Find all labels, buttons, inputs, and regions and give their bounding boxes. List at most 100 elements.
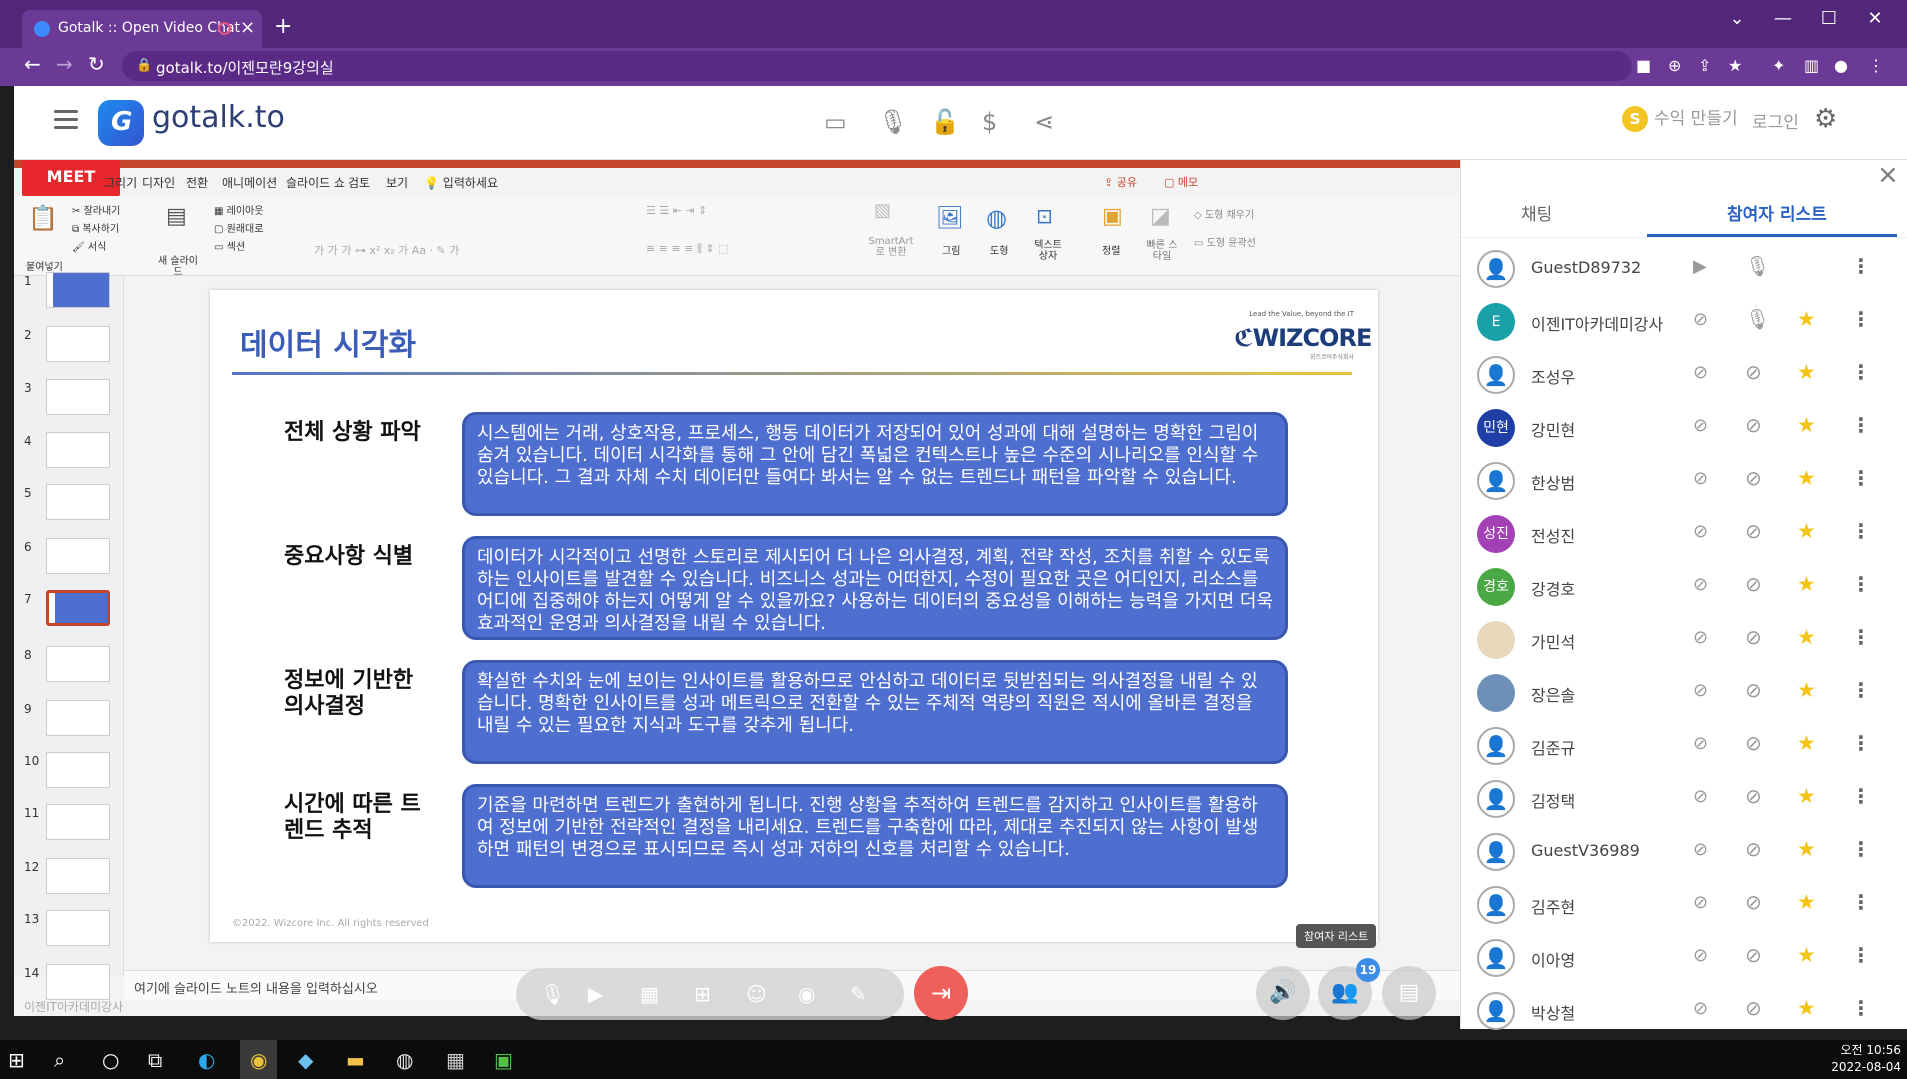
share-icon[interactable]: ⋖ (1034, 108, 1054, 136)
camera-off-icon[interactable]: ⊘ (1693, 680, 1708, 701)
camera-off-icon[interactable]: ⊘ (1693, 998, 1708, 1019)
participant-list-button[interactable]: 참여자 리스트 (1296, 924, 1377, 948)
slide-thumbnail[interactable] (46, 858, 110, 894)
menu-slideshow[interactable]: 슬라이드 쇼 (286, 174, 345, 191)
smartart-icon[interactable]: ▧ (874, 200, 891, 221)
star-icon[interactable]: ★ (1797, 413, 1816, 437)
star-icon[interactable]: ★ (1797, 678, 1816, 702)
menu-dots-icon[interactable]: ⋮ (1868, 56, 1884, 75)
camera-off-icon[interactable]: ⊘ (1693, 362, 1708, 383)
mic-off-icon[interactable]: ⊘ (1745, 837, 1762, 861)
search-icon[interactable]: ⌕ (54, 1048, 65, 1072)
shape-fill-button[interactable]: ◇ 도형 채우기 (1194, 206, 1254, 221)
participant-row[interactable]: 👤 이아영 ⊘ ⊘ ★ ⋮ (1461, 933, 1907, 985)
more-options-icon[interactable]: ⋮ (1851, 943, 1871, 967)
camera-on-icon[interactable]: ▶ (1693, 256, 1707, 277)
menu-view[interactable]: 보기 (386, 174, 408, 191)
camera-off-icon[interactable]: ⊘ (1693, 574, 1708, 595)
grid-icon[interactable]: ▦ (640, 982, 659, 1006)
sidepanel-icon[interactable]: ▥ (1804, 56, 1819, 75)
mic-off-icon[interactable]: ⊘ (1745, 678, 1762, 702)
participant-row[interactable]: E 이젠IT아카데미강사 ⊘ 🎙 ★ ⋮ (1461, 297, 1907, 349)
star-icon[interactable]: ★ (1797, 519, 1816, 543)
minimize-button[interactable]: — (1768, 8, 1798, 29)
paste-icon[interactable]: 📋 (28, 204, 58, 232)
more-options-icon[interactable]: ⋮ (1851, 466, 1871, 490)
camera-off-icon[interactable]: ⊘ (1693, 521, 1708, 542)
app-icon[interactable]: ◍ (396, 1048, 413, 1072)
more-options-icon[interactable]: ⋮ (1851, 837, 1871, 861)
mic-off-icon[interactable]: ⊘ (1745, 784, 1762, 808)
camera-off-icon[interactable]: ⊘ (1693, 627, 1708, 648)
picture-icon[interactable]: 🖼 (936, 206, 964, 231)
back-icon[interactable]: ← (24, 52, 41, 76)
participant-row[interactable]: 장은솔 ⊘ ⊘ ★ ⋮ (1461, 668, 1907, 720)
star-icon[interactable]: ★ (1797, 890, 1816, 914)
mic-off-icon[interactable]: ⊘ (1745, 890, 1762, 914)
camera-off-icon[interactable]: ⊘ (1693, 309, 1708, 330)
camera-off-icon[interactable]: ⊘ (1693, 733, 1708, 754)
participant-row[interactable]: 성진 전성진 ⊘ ⊘ ★ ⋮ (1461, 509, 1907, 561)
slide-thumbnail[interactable] (46, 538, 110, 574)
forward-icon[interactable]: → (56, 52, 73, 76)
slide-thumbnail[interactable] (46, 272, 110, 308)
menu-review[interactable]: 검토 (348, 174, 370, 191)
slide-thumbnail[interactable] (46, 910, 110, 946)
participant-row[interactable]: 👤 김주현 ⊘ ⊘ ★ ⋮ (1461, 880, 1907, 932)
reset-button[interactable]: ▢ 원래대로 (214, 220, 263, 235)
camera-off-icon[interactable]: ⊘ (1693, 892, 1708, 913)
camera-icon[interactable]: ■ (1636, 56, 1651, 75)
edge-icon[interactable]: ◐ (198, 1048, 215, 1072)
participant-row[interactable]: 👤 GuestD89732 ▶ 🎙 ⋮ (1461, 244, 1907, 296)
menu-search[interactable]: 💡 입력하세요 (424, 174, 498, 191)
chrome-icon[interactable]: ◉ (240, 1040, 278, 1079)
slide-thumbnail[interactable] (46, 484, 110, 520)
earn-money-button[interactable]: S 수익 만들기 (1622, 104, 1738, 132)
close-tab-icon[interactable]: × (240, 17, 255, 38)
camera-off-icon[interactable]: ⊘ (1693, 468, 1708, 489)
slide-thumbnail[interactable] (46, 432, 110, 468)
more-options-icon[interactable]: ⋮ (1851, 890, 1871, 914)
camera-off-icon[interactable]: ⊘ (1693, 415, 1708, 436)
slide-thumbnail[interactable] (46, 326, 110, 362)
mic-off-icon[interactable]: ⊘ (1745, 572, 1762, 596)
close-panel-icon[interactable]: × (1877, 160, 1899, 190)
participant-row[interactable]: 👤 박상철 ⊘ ⊘ ★ ⋮ (1461, 986, 1907, 1038)
new-tab-button[interactable]: + (274, 14, 292, 39)
quick-style-icon[interactable]: ◪ (1150, 204, 1171, 229)
slide-thumbnail[interactable] (46, 964, 110, 1000)
cortana-icon[interactable]: ○ (102, 1048, 119, 1072)
slide-thumbnail[interactable] (46, 752, 110, 788)
participant-row[interactable]: 👤 한상범 ⊘ ⊘ ★ ⋮ (1461, 456, 1907, 508)
mic-off-icon[interactable]: ⊘ (1745, 519, 1762, 543)
login-button[interactable]: 로그인 (1752, 108, 1799, 133)
menu-transition[interactable]: 전환 (186, 174, 208, 191)
mic-on-icon[interactable]: 🎙 (1745, 254, 1770, 278)
mic-off-icon[interactable]: ⊘ (1745, 360, 1762, 384)
mic-off-icon[interactable]: ⊘ (1745, 943, 1762, 967)
copy-button[interactable]: ⧉ 복사하기 (72, 220, 119, 235)
slide-thumbnail[interactable] (46, 379, 110, 415)
star-icon[interactable]: ★ (1797, 837, 1816, 861)
camera-off-icon[interactable]: ⊘ (1693, 786, 1708, 807)
windows-start-icon[interactable]: ⊞ (8, 1048, 25, 1072)
slide-thumbnail[interactable] (46, 804, 110, 840)
video-icon[interactable]: ▶ (588, 982, 603, 1006)
cut-button[interactable]: ✂ 잘라내기 (72, 202, 120, 217)
app-bird-icon[interactable]: ◆ (298, 1048, 313, 1072)
mic-icon[interactable]: 🎙 (540, 982, 565, 1006)
profile-icon[interactable]: ● (1834, 56, 1848, 75)
dollar-icon[interactable]: $ (982, 108, 997, 136)
browser-tab[interactable]: Gotalk :: Open Video Chat × (22, 10, 262, 48)
add-screen-icon[interactable]: ⊞ (694, 982, 711, 1006)
star-icon[interactable]: ★ (1797, 466, 1816, 490)
more-options-icon[interactable]: ⋮ (1851, 572, 1871, 596)
more-options-icon[interactable]: ⋮ (1851, 519, 1871, 543)
share-page-icon[interactable]: ⇪ (1698, 56, 1711, 75)
arrange-icon[interactable]: ▣ (1102, 204, 1123, 229)
menu-draw[interactable]: 그리기 (104, 174, 137, 191)
record-icon[interactable]: ◉ (798, 982, 815, 1006)
more-options-icon[interactable]: ⋮ (1851, 307, 1871, 331)
star-icon[interactable]: ★ (1797, 572, 1816, 596)
menu-design[interactable]: 디자인 (142, 174, 175, 191)
